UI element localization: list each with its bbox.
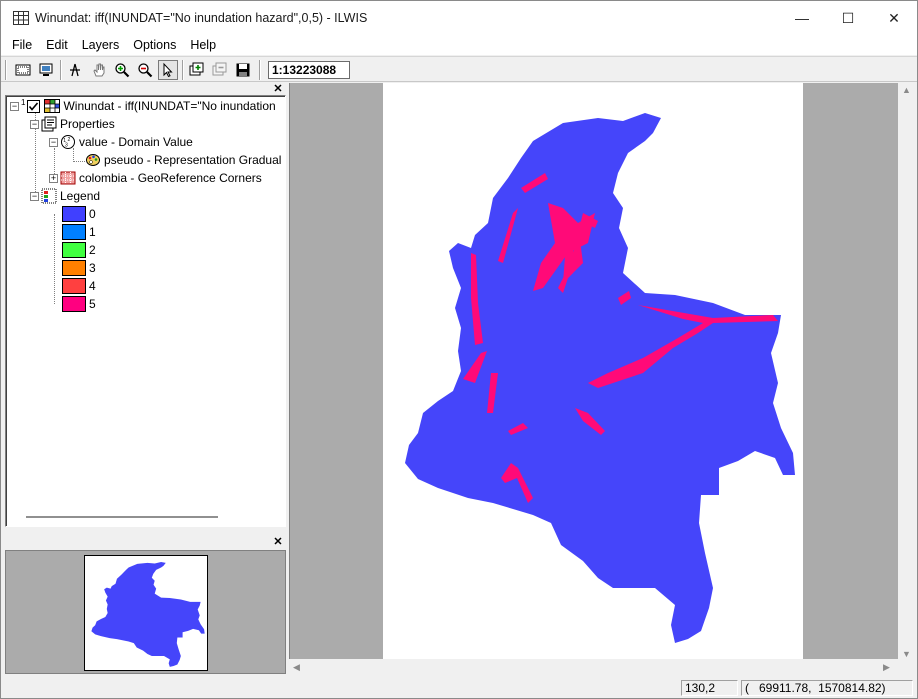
close-panel-icon[interactable]: ✕ (272, 536, 284, 548)
add-layer-icon[interactable] (187, 60, 207, 80)
legend-entry: 2 (62, 241, 96, 259)
legend-value: 5 (89, 297, 96, 311)
svg-text:3: 3 (65, 143, 68, 149)
legend-swatch (62, 260, 86, 276)
representation-palette-icon (85, 152, 101, 168)
entire-map-icon[interactable] (13, 60, 33, 80)
scroll-down-icon[interactable]: ▼ (902, 649, 911, 659)
tree-root-row[interactable]: − 1 Winundat - iff(INUNDAT="No inundatio… (10, 97, 276, 115)
tree-representation-row[interactable]: pseudo - Representation Gradual (85, 151, 281, 169)
layer-tree-panel: ✕ − 1 Winundat - iff(INUNDAT="No inundat… (3, 83, 286, 529)
legend-value: 3 (89, 261, 96, 275)
tree-properties-row[interactable]: − Properties (30, 115, 115, 133)
legend-swatch (62, 296, 86, 312)
tree-connector (73, 161, 85, 162)
zoom-out-icon[interactable] (135, 60, 155, 80)
scroll-right-icon[interactable]: ▶ (883, 662, 890, 673)
scroll-left-icon[interactable]: ◀ (293, 662, 300, 673)
inundation-map (405, 113, 795, 643)
scroll-up-icon[interactable]: ▲ (902, 85, 911, 95)
menu-file[interactable]: File (5, 38, 39, 52)
normal-view-icon[interactable] (36, 60, 56, 80)
georeference-label[interactable]: colombia - GeoReference Corners (79, 171, 262, 185)
title-bar: Winundat: iff(INUNDAT="No inundation haz… (1, 1, 917, 35)
overview-panel: ✕ (3, 536, 286, 674)
tree-legend-row[interactable]: − Legend (30, 187, 100, 205)
collapse-icon[interactable]: − (30, 191, 39, 201)
legend-value: 2 (89, 243, 96, 257)
horizontal-scrollbar[interactable]: ◀ ▶ (289, 659, 898, 676)
menu-layers[interactable]: Layers (75, 38, 127, 52)
overview-map[interactable] (84, 555, 208, 671)
legend-entry: 5 (62, 295, 96, 313)
layer-tree: − 1 Winundat - iff(INUNDAT="No inundatio… (5, 95, 286, 527)
remove-layer-icon[interactable] (210, 60, 230, 80)
legend-value: 0 (89, 207, 96, 221)
tree-connector (54, 214, 55, 304)
close-button[interactable]: ✕ (871, 1, 917, 35)
tree-georef-row[interactable]: + colombia - GeoReference Corners (49, 169, 262, 187)
legend-swatch (62, 224, 86, 240)
legend-value: 4 (89, 279, 96, 293)
toolbar: 1:13223088 (1, 56, 917, 82)
window-title: Winundat: iff(INUNDAT="No inundation haz… (35, 11, 368, 25)
map-view[interactable] (289, 83, 898, 659)
toolbar-separator (259, 60, 261, 80)
legend-swatch (62, 242, 86, 258)
collapse-icon[interactable]: − (49, 137, 58, 147)
select-pointer-icon[interactable] (158, 60, 178, 80)
georeference-icon (60, 170, 76, 186)
layer-name[interactable]: Winundat - iff(INUNDAT="No inundation (63, 99, 275, 113)
tree-domain-row[interactable]: − 123 value - Domain Value (49, 133, 193, 151)
legend-entry: 1 (62, 223, 96, 241)
toolbar-grip (5, 60, 7, 80)
collapse-icon[interactable]: − (10, 101, 19, 111)
svg-text:2: 2 (68, 137, 71, 143)
legend-entry: 4 (62, 277, 96, 295)
menu-bar: File Edit Layers Options Help (1, 35, 917, 55)
legend-icon (41, 188, 57, 204)
toolbar-separator (60, 60, 62, 80)
menu-edit[interactable]: Edit (39, 38, 75, 52)
representation-label[interactable]: pseudo - Representation Gradual (104, 153, 281, 167)
menu-help[interactable]: Help (183, 38, 223, 52)
measure-distance-icon[interactable] (65, 60, 85, 80)
save-icon[interactable] (233, 60, 253, 80)
properties-label: Properties (60, 117, 115, 131)
expand-icon[interactable]: + (49, 173, 58, 183)
map-coordinates: ( 69911.78, 1570814.82) (741, 680, 913, 696)
vertical-scrollbar[interactable]: ▲ ▼ (898, 83, 915, 677)
scale-field[interactable]: 1:13223088 (268, 61, 350, 79)
overview-country-shape (91, 561, 205, 667)
legend-entry: 3 (62, 259, 96, 277)
layer-visible-checkbox[interactable] (25, 98, 41, 114)
raster-map-icon (44, 98, 61, 114)
legend-entry: 0 (62, 205, 96, 223)
domain-value-icon: 123 (60, 134, 76, 150)
ilwis-window: Winundat: iff(INUNDAT="No inundation haz… (0, 0, 918, 699)
zoom-in-icon[interactable] (112, 60, 132, 80)
status-bar: 130,2 ( 69911.78, 1570814.82) (1, 678, 917, 698)
collapse-icon[interactable]: − (30, 119, 39, 129)
map-sheet[interactable] (383, 83, 803, 659)
map-window-icon (13, 11, 29, 25)
domain-label[interactable]: value - Domain Value (79, 135, 193, 149)
properties-icon (41, 116, 57, 132)
legend-value: 1 (89, 225, 96, 239)
legend-swatch (62, 278, 86, 294)
minimize-button[interactable]: — (779, 1, 825, 35)
overview-window[interactable] (5, 550, 286, 674)
maximize-button[interactable]: ☐ (825, 1, 871, 35)
tree-horizontal-scrollbar[interactable] (26, 516, 218, 518)
pan-hand-icon[interactable] (89, 60, 109, 80)
pixel-position: 130,2 (681, 680, 738, 696)
legend-swatch (62, 206, 86, 222)
toolbar-separator (182, 60, 184, 80)
menu-options[interactable]: Options (126, 38, 183, 52)
close-panel-icon[interactable]: ✕ (272, 83, 284, 95)
legend-label: Legend (60, 189, 101, 203)
